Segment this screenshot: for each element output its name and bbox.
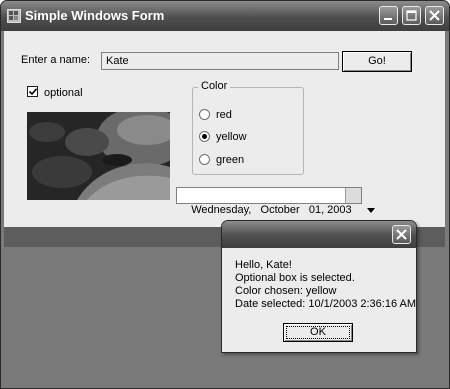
- date-dropdown-button[interactable]: [345, 188, 376, 213]
- checkmark-icon: [28, 88, 38, 96]
- date-picker[interactable]: Wednesday, October 01, 2003: [176, 187, 376, 216]
- ok-button[interactable]: OK: [283, 323, 353, 342]
- color-group-title: Color: [198, 80, 231, 92]
- dialog-line-greeting: Hello, Kate!: [235, 259, 292, 271]
- minimize-icon: [384, 18, 392, 20]
- dialog-close-button[interactable]: [392, 225, 411, 244]
- chevron-down-icon: [367, 208, 376, 213]
- maximize-icon: [406, 10, 417, 21]
- optional-checkbox[interactable]: [27, 86, 38, 97]
- close-button[interactable]: [425, 6, 444, 25]
- main-window: Simple Windows Form Enter a name: Kate G…: [0, 0, 450, 389]
- window-title: Simple Windows Form: [25, 8, 165, 23]
- dialog-line-color: Color chosen: yellow: [235, 285, 337, 297]
- date-picker-value: Wednesday, October 01, 2003: [191, 204, 352, 216]
- radio-green[interactable]: [199, 154, 210, 165]
- app-icon[interactable]: [7, 9, 21, 23]
- maximize-button[interactable]: [402, 6, 421, 25]
- minimize-button[interactable]: [379, 6, 398, 25]
- flower-photo-image: [27, 112, 170, 200]
- go-button[interactable]: Go!: [342, 51, 412, 72]
- radio-red-label: red: [216, 109, 232, 121]
- name-input[interactable]: Kate: [101, 52, 339, 70]
- close-icon: [396, 229, 407, 240]
- picture-box: [27, 112, 170, 200]
- dialog-title-bar[interactable]: [222, 221, 416, 248]
- title-bar[interactable]: Simple Windows Form: [1, 1, 449, 31]
- radio-yellow-label: yellow: [216, 131, 247, 143]
- dialog-line-optional: Optional box is selected.: [235, 272, 355, 284]
- optional-label: optional: [44, 87, 83, 99]
- close-icon: [429, 10, 440, 21]
- dialog-line-date: Date selected: 10/1/2003 2:36:16 AM: [235, 298, 417, 310]
- radio-red[interactable]: [199, 109, 210, 120]
- message-dialog: Hello, Kate! Optional box is selected. C…: [221, 220, 417, 353]
- radio-green-label: green: [216, 154, 245, 166]
- name-label: Enter a name:: [21, 54, 91, 66]
- radio-yellow[interactable]: [199, 131, 210, 142]
